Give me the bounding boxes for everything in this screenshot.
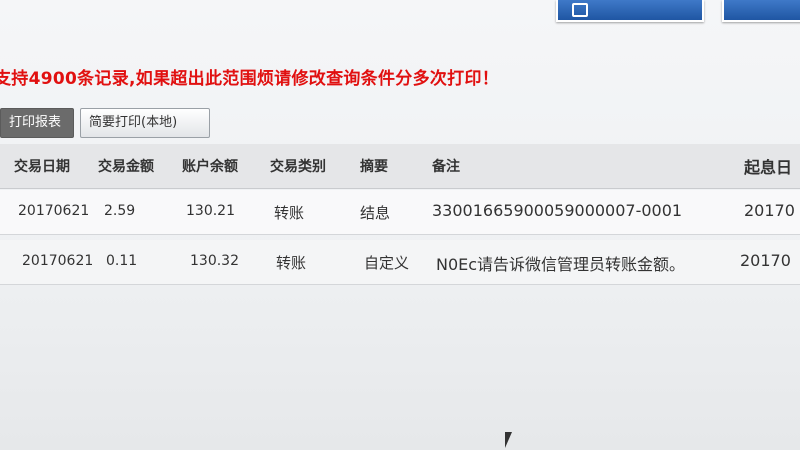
col-header-value-date[interactable]: 起息日 [744, 154, 792, 178]
col-header-amount[interactable]: 交易金额 [98, 156, 154, 176]
page: 支持4900条记录,如果超出此范围烦请修改查询条件分多次打印！ 打印报表 简要打… [0, 0, 800, 450]
table-row[interactable]: 20170621 0.11 130.32 转账 自定义 N0Ec请告诉微信管理员… [0, 240, 800, 285]
cell-date: 20170621 [22, 253, 94, 269]
cell-balance: 130.32 [190, 253, 239, 269]
edit-icon [572, 3, 588, 17]
cell-value-date: 20170 [744, 201, 795, 220]
cell-type: 转账 [276, 254, 307, 272]
cell-remark: 33001665900059000007-0001 [432, 201, 683, 220]
toolbar-button-right[interactable] [722, 0, 800, 22]
tab-print-report[interactable]: 打印报表 [0, 108, 74, 138]
cell-amount: 2.59 [104, 203, 136, 219]
tab-brief-print-local[interactable]: 简要打印(本地) [80, 108, 210, 138]
cell-date: 20170621 [18, 203, 90, 219]
col-header-type[interactable]: 交易类别 [270, 156, 326, 176]
toolbar-button-left[interactable] [556, 0, 704, 22]
cell-type: 转账 [274, 204, 305, 222]
cell-amount: 0.11 [106, 253, 138, 269]
col-header-balance[interactable]: 账户余额 [182, 156, 238, 176]
col-header-date[interactable]: 交易日期 [14, 156, 70, 176]
mouse-cursor-icon [505, 432, 512, 448]
record-limit-notice: 支持4900条记录,如果超出此范围烦请修改查询条件分多次打印！ [0, 69, 500, 89]
col-header-remark[interactable]: 备注 [432, 156, 460, 176]
table-header: 交易日期 交易金额 账户余额 交易类别 摘要 备注 起息日 [0, 144, 800, 189]
col-header-summary[interactable]: 摘要 [360, 156, 388, 176]
cell-value-date: 20170 [740, 251, 791, 270]
cell-summary: 自定义 [364, 254, 410, 272]
cell-remark: N0Ec请告诉微信管理员转账金额。 [436, 255, 686, 274]
table-row[interactable]: 20170621 2.59 130.21 转账 结息 3300166590005… [0, 190, 800, 235]
cell-summary: 结息 [360, 204, 391, 222]
cell-balance: 130.21 [186, 203, 235, 219]
